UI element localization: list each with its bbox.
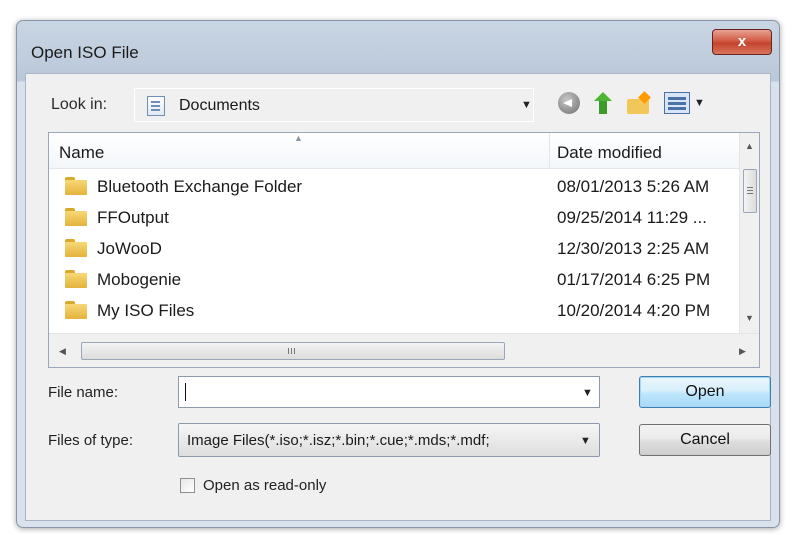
file-name-combobox[interactable]: ▼ <box>178 376 600 408</box>
scroll-left-icon[interactable]: ◀ <box>59 346 66 357</box>
column-divider[interactable] <box>549 133 550 169</box>
list-item[interactable]: Bluetooth Exchange Folder 08/01/2013 5:2… <box>49 171 749 202</box>
list-item[interactable]: Mobogenie 01/17/2014 6:25 PM <box>49 264 749 295</box>
item-name: Mobogenie <box>97 270 182 289</box>
folder-icon <box>65 270 87 288</box>
documents-library-icon <box>147 96 165 116</box>
cancel-button[interactable]: Cancel <box>639 424 771 456</box>
item-name: FFOutput <box>97 208 169 227</box>
list-item[interactable]: JoWooD 12/30/2013 2:25 AM <box>49 233 749 264</box>
item-date-modified: 01/17/2014 6:25 PM <box>557 270 711 289</box>
sort-ascending-icon: ▲ <box>294 133 303 143</box>
item-date-modified: 10/20/2014 4:20 PM <box>557 301 711 320</box>
folder-icon <box>65 177 87 195</box>
open-read-only-label[interactable]: Open as read-only <box>203 477 326 494</box>
list-item[interactable]: My ISO Files 10/20/2014 4:20 PM <box>49 295 749 326</box>
chevron-down-icon[interactable]: ▼ <box>582 387 593 399</box>
open-iso-file-dialog: Open ISO File x Look in: Documents ▼ ▼ ▲… <box>16 20 780 528</box>
scroll-up-icon[interactable]: ▲ <box>745 141 754 151</box>
vertical-scrollbar[interactable]: ▲ ▼ <box>739 133 759 333</box>
back-icon[interactable] <box>558 92 580 114</box>
view-menu-arrow-icon[interactable]: ▼ <box>694 97 705 109</box>
file-list[interactable]: ▲ Name Date modified Bluetooth Exchange … <box>48 132 760 368</box>
dialog-title: Open ISO File <box>31 43 139 62</box>
list-item[interactable]: FFOutput 09/25/2014 11:29 ... <box>49 202 749 233</box>
new-folder-icon[interactable] <box>627 92 651 114</box>
up-folder-icon[interactable] <box>592 92 616 114</box>
scroll-down-icon[interactable]: ▼ <box>745 313 754 323</box>
item-date-modified: 09/25/2014 11:29 ... <box>557 208 707 227</box>
title-bar[interactable]: Open ISO File x <box>17 21 779 73</box>
file-name-input[interactable] <box>183 381 563 403</box>
chevron-down-icon[interactable]: ▼ <box>521 99 532 111</box>
item-date-modified: 08/01/2013 5:26 AM <box>557 177 710 196</box>
open-button[interactable]: Open <box>639 376 771 408</box>
list-header: ▲ Name Date modified <box>49 133 759 169</box>
vertical-scroll-thumb[interactable] <box>743 169 757 213</box>
dialog-body: Look in: Documents ▼ ▼ ▲ Name Date modif… <box>25 73 771 521</box>
item-date-modified: 12/30/2013 2:25 AM <box>557 239 710 258</box>
files-of-type-value: Image Files(*.iso;*.isz;*.bin;*.cue;*.md… <box>187 432 490 449</box>
folder-icon <box>65 301 87 319</box>
scroll-right-icon[interactable]: ▶ <box>739 346 746 357</box>
folder-icon <box>65 239 87 257</box>
close-button[interactable]: x <box>712 29 772 55</box>
open-read-only-checkbox[interactable] <box>180 478 195 493</box>
look-in-label: Look in: <box>51 96 108 113</box>
horizontal-scrollbar[interactable]: ◀ ▶ <box>49 333 759 367</box>
chevron-down-icon[interactable]: ▼ <box>580 435 591 447</box>
files-of-type-dropdown[interactable]: Image Files(*.iso;*.isz;*.bin;*.cue;*.md… <box>178 423 600 457</box>
file-name-label: File name: <box>48 384 119 401</box>
view-menu-icon[interactable] <box>664 92 690 114</box>
look-in-value: Documents <box>179 97 260 114</box>
files-of-type-label: Files of type: <box>48 432 134 449</box>
item-name: My ISO Files <box>97 301 195 320</box>
item-name: Bluetooth Exchange Folder <box>97 177 303 196</box>
look-in-dropdown[interactable]: Documents ▼ <box>134 88 534 122</box>
item-name: JoWooD <box>97 239 162 258</box>
folder-icon <box>65 208 87 226</box>
horizontal-scroll-thumb[interactable] <box>81 342 505 360</box>
column-header-name[interactable]: Name <box>59 143 104 163</box>
column-header-date-modified[interactable]: Date modified <box>557 143 662 163</box>
